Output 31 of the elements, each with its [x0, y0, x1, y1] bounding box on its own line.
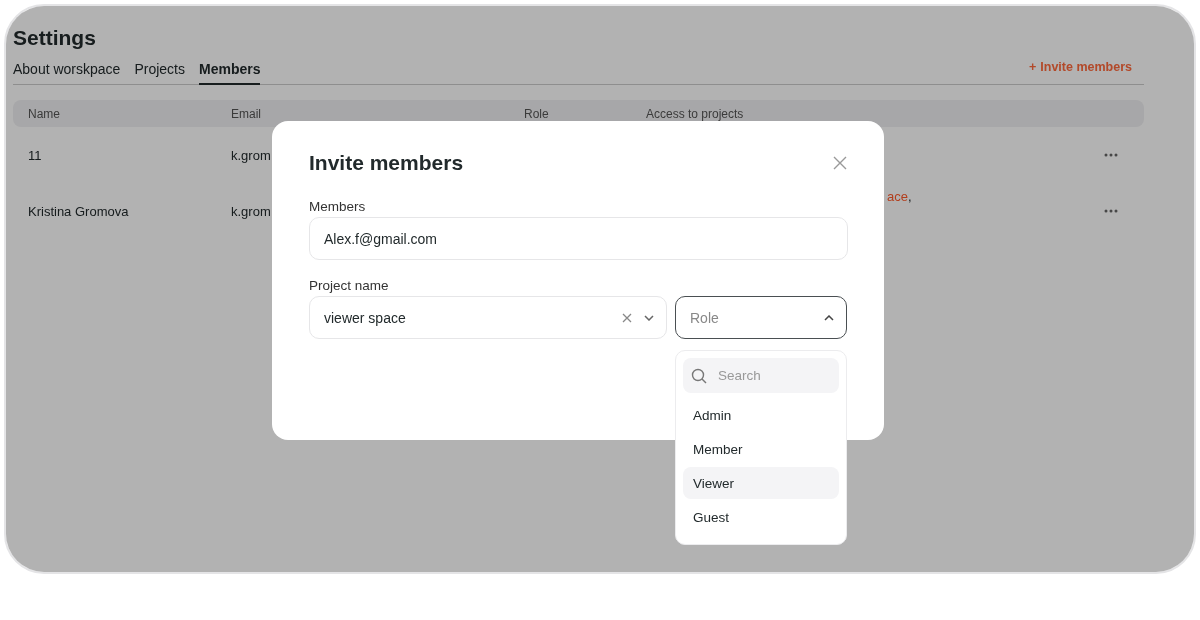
project-select[interactable]: viewer space — [309, 296, 667, 339]
table-cell: k.grom — [231, 203, 271, 219]
more-icon[interactable] — [1104, 153, 1118, 157]
tab[interactable]: Members — [199, 61, 261, 85]
chevron-up-icon — [824, 314, 834, 321]
tab[interactable]: About worskpace — [13, 61, 121, 85]
clear-icon — [622, 312, 632, 323]
table-cell-text: ace, — [886, 189, 913, 204]
page-title: Settings — [13, 26, 97, 50]
role-select[interactable]: Role — [675, 296, 847, 339]
tab[interactable]: Projects — [134, 61, 185, 85]
table-cell: 11 — [28, 147, 42, 163]
column-header: Role — [524, 106, 549, 121]
field-label: Project name — [309, 278, 390, 293]
role-option[interactable]: Admin — [683, 399, 839, 431]
dialog-title: Invite members — [309, 151, 464, 175]
search-icon — [691, 368, 707, 384]
field-label: Members — [309, 199, 367, 214]
chevron-down-icon — [644, 314, 654, 321]
search-field[interactable]: Search — [683, 358, 839, 393]
role-option[interactable]: Viewer — [683, 467, 839, 499]
members-field[interactable]: Alex.f@gmail.com — [309, 217, 848, 260]
column-header: Name — [28, 106, 60, 121]
role-option[interactable]: Member — [683, 433, 839, 465]
table-cell: k.grom — [231, 147, 271, 163]
column-header: Email — [231, 106, 261, 121]
close-icon[interactable] — [832, 155, 848, 171]
role-option[interactable]: Guest — [683, 501, 839, 533]
more-icon[interactable] — [1104, 209, 1118, 213]
column-header: Access to projects — [646, 106, 744, 121]
table-cell: Kristina Gromova — [28, 203, 129, 219]
